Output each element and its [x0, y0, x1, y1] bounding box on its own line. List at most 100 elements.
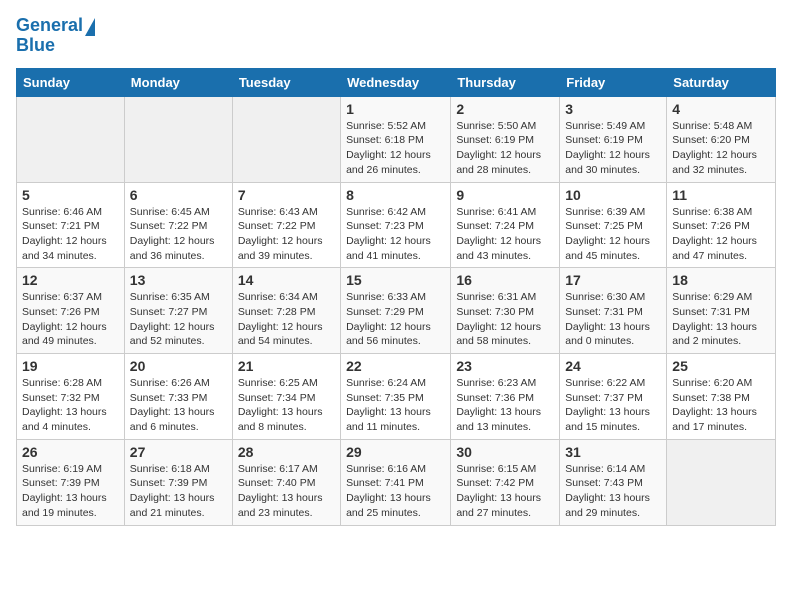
- calendar-cell: 4 Sunrise: 5:48 AMSunset: 6:20 PMDaylight…: [667, 96, 776, 182]
- day-number: 14: [238, 272, 335, 288]
- day-number: 4: [672, 101, 770, 117]
- col-header-thursday: Thursday: [451, 68, 560, 96]
- calendar-cell: [124, 96, 232, 182]
- calendar-cell: 29 Sunrise: 6:16 AMSunset: 7:41 PMDayligh…: [341, 439, 451, 525]
- day-number: 9: [456, 187, 554, 203]
- day-number: 6: [130, 187, 227, 203]
- day-info: Sunrise: 6:37 AMSunset: 7:26 PMDaylight:…: [22, 290, 119, 349]
- day-info: Sunrise: 5:49 AMSunset: 6:19 PMDaylight:…: [565, 119, 661, 178]
- day-number: 11: [672, 187, 770, 203]
- day-number: 25: [672, 358, 770, 374]
- day-info: Sunrise: 6:41 AMSunset: 7:24 PMDaylight:…: [456, 205, 554, 264]
- calendar-cell: 25 Sunrise: 6:20 AMSunset: 7:38 PMDayligh…: [667, 354, 776, 440]
- week-row-5: 26 Sunrise: 6:19 AMSunset: 7:39 PMDayligh…: [17, 439, 776, 525]
- col-header-sunday: Sunday: [17, 68, 125, 96]
- calendar-cell: 14 Sunrise: 6:34 AMSunset: 7:28 PMDayligh…: [232, 268, 340, 354]
- day-info: Sunrise: 6:22 AMSunset: 7:37 PMDaylight:…: [565, 376, 661, 435]
- day-info: Sunrise: 6:43 AMSunset: 7:22 PMDaylight:…: [238, 205, 335, 264]
- day-number: 10: [565, 187, 661, 203]
- col-header-wednesday: Wednesday: [341, 68, 451, 96]
- calendar-cell: 7 Sunrise: 6:43 AMSunset: 7:22 PMDaylight…: [232, 182, 340, 268]
- calendar-cell: 1 Sunrise: 5:52 AMSunset: 6:18 PMDaylight…: [341, 96, 451, 182]
- day-number: 8: [346, 187, 445, 203]
- day-info: Sunrise: 6:20 AMSunset: 7:38 PMDaylight:…: [672, 376, 770, 435]
- calendar-cell: 3 Sunrise: 5:49 AMSunset: 6:19 PMDaylight…: [560, 96, 667, 182]
- day-number: 2: [456, 101, 554, 117]
- day-info: Sunrise: 6:17 AMSunset: 7:40 PMDaylight:…: [238, 462, 335, 521]
- col-header-monday: Monday: [124, 68, 232, 96]
- day-number: 30: [456, 444, 554, 460]
- week-row-2: 5 Sunrise: 6:46 AMSunset: 7:21 PMDaylight…: [17, 182, 776, 268]
- day-number: 29: [346, 444, 445, 460]
- logo-text-blue: Blue: [16, 36, 95, 56]
- day-number: 27: [130, 444, 227, 460]
- day-info: Sunrise: 6:29 AMSunset: 7:31 PMDaylight:…: [672, 290, 770, 349]
- day-info: Sunrise: 6:18 AMSunset: 7:39 PMDaylight:…: [130, 462, 227, 521]
- day-number: 12: [22, 272, 119, 288]
- calendar-cell: 23 Sunrise: 6:23 AMSunset: 7:36 PMDayligh…: [451, 354, 560, 440]
- calendar-cell: 20 Sunrise: 6:26 AMSunset: 7:33 PMDayligh…: [124, 354, 232, 440]
- day-info: Sunrise: 6:30 AMSunset: 7:31 PMDaylight:…: [565, 290, 661, 349]
- calendar-cell: 5 Sunrise: 6:46 AMSunset: 7:21 PMDaylight…: [17, 182, 125, 268]
- day-number: 7: [238, 187, 335, 203]
- calendar-cell: 27 Sunrise: 6:18 AMSunset: 7:39 PMDayligh…: [124, 439, 232, 525]
- calendar-cell: 19 Sunrise: 6:28 AMSunset: 7:32 PMDayligh…: [17, 354, 125, 440]
- calendar-cell: 28 Sunrise: 6:17 AMSunset: 7:40 PMDayligh…: [232, 439, 340, 525]
- col-header-friday: Friday: [560, 68, 667, 96]
- col-header-saturday: Saturday: [667, 68, 776, 96]
- calendar-cell: 21Sunrise: 6:25 AMSunset: 7:34 PMDayligh…: [232, 354, 340, 440]
- page-header: General Blue: [16, 16, 776, 56]
- calendar-cell: 16Sunrise: 6:31 AMSunset: 7:30 PMDayligh…: [451, 268, 560, 354]
- logo: General Blue: [16, 16, 95, 56]
- day-number: 21: [238, 358, 335, 374]
- calendar-cell: [232, 96, 340, 182]
- day-number: 22: [346, 358, 445, 374]
- day-number: 13: [130, 272, 227, 288]
- day-info: Sunrise: 6:24 AMSunset: 7:35 PMDaylight:…: [346, 376, 445, 435]
- day-number: 20: [130, 358, 227, 374]
- day-number: 26: [22, 444, 119, 460]
- calendar-cell: 31Sunrise: 6:14 AMSunset: 7:43 PMDayligh…: [560, 439, 667, 525]
- calendar-cell: 22 Sunrise: 6:24 AMSunset: 7:35 PMDayligh…: [341, 354, 451, 440]
- calendar-cell: 10 Sunrise: 6:39 AMSunset: 7:25 PMDayligh…: [560, 182, 667, 268]
- day-info: Sunrise: 6:15 AMSunset: 7:42 PMDaylight:…: [456, 462, 554, 521]
- day-number: 17: [565, 272, 661, 288]
- calendar-cell: 11Sunrise: 6:38 AMSunset: 7:26 PMDayligh…: [667, 182, 776, 268]
- day-info: Sunrise: 6:35 AMSunset: 7:27 PMDaylight:…: [130, 290, 227, 349]
- day-info: Sunrise: 6:16 AMSunset: 7:41 PMDaylight:…: [346, 462, 445, 521]
- calendar-cell: [17, 96, 125, 182]
- day-number: 24: [565, 358, 661, 374]
- day-number: 19: [22, 358, 119, 374]
- calendar-cell: 15Sunrise: 6:33 AMSunset: 7:29 PMDayligh…: [341, 268, 451, 354]
- logo-text-general: General: [16, 16, 83, 36]
- calendar-table: SundayMondayTuesdayWednesdayThursdayFrid…: [16, 68, 776, 526]
- calendar-cell: 2 Sunrise: 5:50 AMSunset: 6:19 PMDaylight…: [451, 96, 560, 182]
- calendar-cell: 30 Sunrise: 6:15 AMSunset: 7:42 PMDayligh…: [451, 439, 560, 525]
- calendar-cell: 9 Sunrise: 6:41 AMSunset: 7:24 PMDaylight…: [451, 182, 560, 268]
- day-number: 1: [346, 101, 445, 117]
- day-number: 16: [456, 272, 554, 288]
- calendar-cell: 26 Sunrise: 6:19 AMSunset: 7:39 PMDayligh…: [17, 439, 125, 525]
- day-info: Sunrise: 6:19 AMSunset: 7:39 PMDaylight:…: [22, 462, 119, 521]
- logo-triangle-icon: [85, 18, 95, 36]
- col-header-tuesday: Tuesday: [232, 68, 340, 96]
- day-info: Sunrise: 5:50 AMSunset: 6:19 PMDaylight:…: [456, 119, 554, 178]
- week-row-4: 19 Sunrise: 6:28 AMSunset: 7:32 PMDayligh…: [17, 354, 776, 440]
- day-info: Sunrise: 5:48 AMSunset: 6:20 PMDaylight:…: [672, 119, 770, 178]
- day-info: Sunrise: 6:28 AMSunset: 7:32 PMDaylight:…: [22, 376, 119, 435]
- day-info: Sunrise: 6:23 AMSunset: 7:36 PMDaylight:…: [456, 376, 554, 435]
- day-number: 23: [456, 358, 554, 374]
- calendar-cell: 6Sunrise: 6:45 AMSunset: 7:22 PMDaylight…: [124, 182, 232, 268]
- day-info: Sunrise: 6:42 AMSunset: 7:23 PMDaylight:…: [346, 205, 445, 264]
- day-info: Sunrise: 6:34 AMSunset: 7:28 PMDaylight:…: [238, 290, 335, 349]
- day-number: 28: [238, 444, 335, 460]
- day-number: 5: [22, 187, 119, 203]
- day-info: Sunrise: 6:46 AMSunset: 7:21 PMDaylight:…: [22, 205, 119, 264]
- day-info: Sunrise: 6:26 AMSunset: 7:33 PMDaylight:…: [130, 376, 227, 435]
- calendar-cell: 8 Sunrise: 6:42 AMSunset: 7:23 PMDaylight…: [341, 182, 451, 268]
- day-number: 3: [565, 101, 661, 117]
- day-info: Sunrise: 6:33 AMSunset: 7:29 PMDaylight:…: [346, 290, 445, 349]
- day-info: Sunrise: 6:39 AMSunset: 7:25 PMDaylight:…: [565, 205, 661, 264]
- day-info: Sunrise: 5:52 AMSunset: 6:18 PMDaylight:…: [346, 119, 445, 178]
- header-row: SundayMondayTuesdayWednesdayThursdayFrid…: [17, 68, 776, 96]
